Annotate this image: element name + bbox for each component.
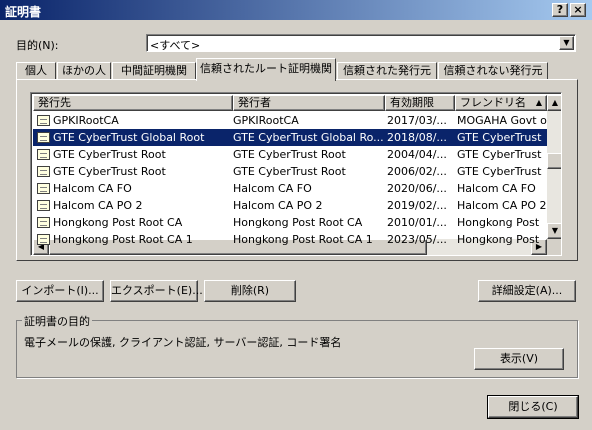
certificate-icon <box>37 217 50 228</box>
purpose-select[interactable]: <すべて> ▼ <box>146 34 576 52</box>
chevron-down-icon[interactable]: ▼ <box>559 36 574 50</box>
remove-button[interactable]: 削除(R) <box>204 280 296 302</box>
certificate-list[interactable]: 発行先 発行者 有効期限 フレンドリ名 ▲ ▲ ▼ ◀ ▶ GPKIRootCA G… <box>30 92 562 256</box>
cell-expires: 2004/04/... <box>387 148 447 161</box>
column-header-issued-to[interactable]: 発行先 <box>33 95 233 111</box>
vertical-scroll-thumb[interactable] <box>547 153 561 169</box>
cell-expires: 2006/02/... <box>387 165 447 178</box>
scroll-up-icon[interactable]: ▲ <box>547 95 561 111</box>
certificate-icon <box>37 200 50 211</box>
cell-issued-to: Hongkong Post Root CA <box>53 216 183 229</box>
tab-personal[interactable]: 個人 <box>16 62 56 80</box>
column-header-issued-by[interactable]: 発行者 <box>233 95 385 111</box>
cell-issued-to: Halcom CA PO 2 <box>53 199 143 212</box>
purpose-value: <すべて> <box>150 39 201 52</box>
table-row[interactable]: Hongkong Post Root CA Hongkong Post Root … <box>33 214 547 231</box>
sort-arrow-icon: ▲ <box>535 98 542 107</box>
cell-friendly: MOGAHA Govt o <box>457 114 547 127</box>
cell-issued-to: GPKIRootCA <box>53 114 119 127</box>
certificate-icon <box>37 234 50 245</box>
cell-issued-by: GTE CyberTrust Root <box>233 165 346 178</box>
view-button[interactable]: 表示(V) <box>474 348 564 370</box>
certificate-purposes-title: 証明書の目的 <box>22 313 92 329</box>
cell-friendly: GTE CyberTrust <box>457 131 542 144</box>
cell-issued-to: GTE CyberTrust Global Root <box>53 131 205 144</box>
close-button[interactable]: 閉じる(C) <box>488 396 578 418</box>
cell-issued-to: Halcom CA FO <box>53 182 132 195</box>
scroll-down-icon[interactable]: ▼ <box>547 223 561 239</box>
vertical-scrollbar[interactable]: ▲ ▼ <box>547 95 561 239</box>
table-row[interactable]: Halcom CA FO Halcom CA FO 2020/06/... Halco… <box>33 180 547 197</box>
cell-issued-by: Halcom CA FO <box>233 182 312 195</box>
column-header-friendly-name[interactable]: フレンドリ名 ▲ <box>455 95 547 111</box>
tab-intermediate[interactable]: 中間証明機関 <box>112 62 196 80</box>
tab-trusted-root[interactable]: 信頼されたルート証明機関 <box>196 58 336 81</box>
certificate-icon <box>37 115 50 126</box>
certificate-icon <box>37 149 50 160</box>
cell-friendly: GTE CyberTrust <box>457 165 542 178</box>
import-button[interactable]: インポート(I)... <box>16 280 104 302</box>
table-row[interactable]: Hongkong Post Root CA 1 Hongkong Post Roo… <box>33 231 547 248</box>
table-row[interactable]: GTE CyberTrust Root GTE CyberTrust Root 20… <box>33 146 547 163</box>
column-header-expiration[interactable]: 有効期限 <box>385 95 455 111</box>
cell-issued-by: GTE CyberTrust Global Ro... <box>233 131 383 144</box>
window-title: 証明書 <box>5 5 42 19</box>
cell-expires: 2017/03/... <box>387 114 447 127</box>
cell-friendly: Hongkong Post <box>457 216 540 229</box>
cell-friendly: Hongkong Post <box>457 233 540 246</box>
title-bar: 証明書 ? × <box>0 0 592 20</box>
certificate-icon <box>37 183 50 194</box>
table-row[interactable]: Halcom CA PO 2 Halcom CA PO 2 2019/02/... H… <box>33 197 547 214</box>
cell-issued-to: Hongkong Post Root CA 1 <box>53 233 193 246</box>
purpose-label: 目的(N): <box>16 39 59 52</box>
cell-friendly: Halcom CA FO <box>457 182 536 195</box>
certificate-icon <box>37 132 50 143</box>
tab-other-people[interactable]: ほかの人 <box>57 62 111 80</box>
cell-issued-by: Hongkong Post Root CA 1 <box>233 233 373 246</box>
cell-issued-by: Hongkong Post Root CA <box>233 216 363 229</box>
scroll-corner <box>547 239 561 255</box>
tab-untrusted-publishers[interactable]: 信頼されない発行元 <box>438 62 548 80</box>
cell-expires: 2019/02/... <box>387 199 447 212</box>
cell-issued-by: GPKIRootCA <box>233 114 299 127</box>
table-row[interactable]: GTE CyberTrust Root GTE CyberTrust Root 20… <box>33 163 547 180</box>
cell-issued-to: GTE CyberTrust Root <box>53 165 166 178</box>
table-row[interactable]: GPKIRootCA GPKIRootCA 2017/03/... MOGAHA Go… <box>33 112 547 129</box>
cell-issued-to: GTE CyberTrust Root <box>53 148 166 161</box>
cell-expires: 2020/06/... <box>387 182 447 195</box>
export-button[interactable]: エクスポート(E)... <box>110 280 203 302</box>
cell-friendly: Halcom CA PO 2 <box>457 199 547 212</box>
tab-trusted-publishers[interactable]: 信頼された発行元 <box>337 62 437 80</box>
certificate-icon <box>37 166 50 177</box>
cell-friendly: GTE CyberTrust <box>457 148 542 161</box>
table-row[interactable]: GTE CyberTrust Global Root GTE CyberTrust… <box>33 129 547 146</box>
cell-issued-by: GTE CyberTrust Root <box>233 148 346 161</box>
cell-expires: 2018/08/... <box>387 131 447 144</box>
certificate-purposes-text: 電子メールの保護, クライアント認証, サーバー認証, コード署名 <box>24 336 342 349</box>
cell-expires: 2023/05/... <box>387 233 447 246</box>
close-window-button[interactable]: × <box>570 3 586 17</box>
advanced-button[interactable]: 詳細設定(A)... <box>478 280 576 302</box>
help-button[interactable]: ? <box>552 3 568 17</box>
cell-issued-by: Halcom CA PO 2 <box>233 199 323 212</box>
cell-expires: 2010/01/... <box>387 216 447 229</box>
